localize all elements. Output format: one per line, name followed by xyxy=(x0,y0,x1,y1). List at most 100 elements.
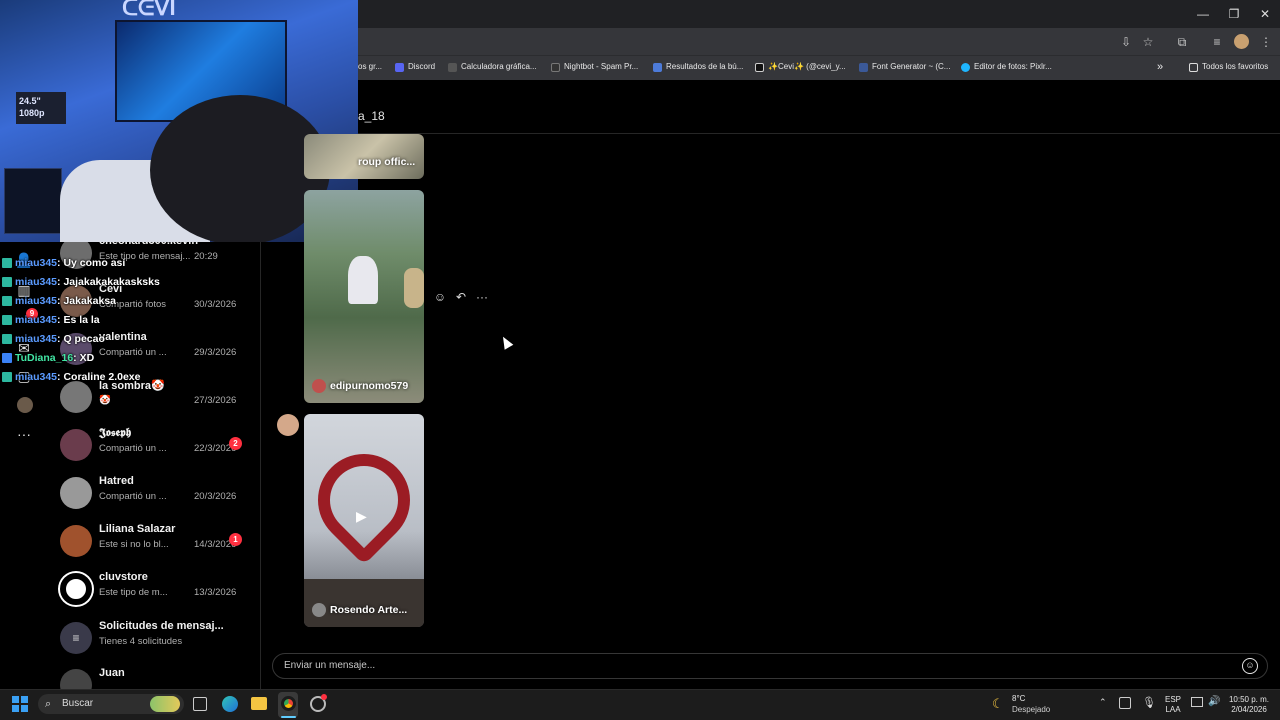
language-indicator[interactable]: ESP LAA xyxy=(1163,695,1183,715)
media-control-icon[interactable]: ≡ xyxy=(1209,34,1225,50)
bookmark-item[interactable]: os gr... xyxy=(358,60,382,74)
chat-badge-icon xyxy=(2,353,12,364)
weather-temp[interactable]: 8°C xyxy=(1012,694,1025,703)
stream-chat-line: miau345: Uy como así xyxy=(2,255,125,271)
avatar xyxy=(60,381,92,413)
more-icon[interactable]: ··· xyxy=(14,424,34,444)
more-options-icon[interactable]: ··· xyxy=(474,290,490,304)
bookmark-item[interactable]: Editor de fotos: Pixlr... xyxy=(961,60,1052,74)
tray-expand-icon[interactable]: ⌃ xyxy=(1099,697,1107,708)
dm-header-username[interactable]: a_18 xyxy=(358,109,385,123)
taskbar-search-label: Buscar xyxy=(62,698,94,709)
profile-avatar-rail[interactable] xyxy=(17,397,33,413)
conversation-item[interactable]: cluvstore Este tipo de m... 13/3/2026 xyxy=(58,569,248,613)
task-view-icon[interactable] xyxy=(193,697,207,711)
unread-badge: 2 xyxy=(229,437,242,450)
conversation-time: 20:29 xyxy=(194,251,218,262)
conversation-item[interactable]: 𝕵𝖔𝖘𝖊𝖕𝖍 Compartió un ... 22/3/2026 2 xyxy=(58,425,248,469)
play-icon: ▶ xyxy=(356,508,367,524)
network-icon[interactable] xyxy=(1191,697,1203,707)
stream-chat-line: miau345: Es la la xyxy=(2,312,100,328)
bookmark-star-icon[interactable]: ☆ xyxy=(1140,34,1156,50)
bookmark-item[interactable]: Calculadora gráfica... xyxy=(448,60,537,74)
bookmark-item[interactable]: Font Generator ~ (C... xyxy=(859,60,950,74)
volume-icon[interactable]: 🔊 xyxy=(1208,696,1220,707)
emoji-icon[interactable]: ☺ xyxy=(1242,658,1258,674)
conversation-item[interactable]: Hatred Compartió un ... 20/3/2026 xyxy=(58,473,248,517)
conversation-item[interactable]: Liliana Salazar Este si no lo bl... 14/3… xyxy=(58,521,248,565)
neon-sign: ᑕᕮᐯI xyxy=(122,0,176,18)
bookmark-item[interactable]: ✨Cevi✨ (@cevi_y... xyxy=(755,60,846,74)
author-avatar xyxy=(312,603,326,617)
weather-desc[interactable]: Despejado xyxy=(1012,705,1050,714)
bookmark-item[interactable]: Nightbot - Spam Pr... xyxy=(551,60,638,74)
profile-avatar[interactable] xyxy=(1234,34,1249,49)
font-generator-icon xyxy=(859,62,868,72)
bookmark-item[interactable]: Discord xyxy=(395,60,435,74)
recording-dot xyxy=(321,694,327,700)
shared-reel-card[interactable]: edipurnomo579 xyxy=(304,190,424,403)
unread-badge: 1 xyxy=(229,533,242,546)
stream-chat-line: miau345: Coraline 2.0exe xyxy=(2,369,141,385)
chat-badge-icon xyxy=(2,258,12,269)
monitor-box-label: 24.5" 1080p xyxy=(16,92,66,124)
extensions-icon[interactable]: ⧉ xyxy=(1174,34,1190,50)
sender-avatar[interactable] xyxy=(277,414,299,436)
person-head xyxy=(150,95,330,242)
shared-reel-author: Rosendo Arte... xyxy=(312,603,407,617)
restore-icon[interactable]: ❐ xyxy=(1217,0,1251,28)
heart-sculpture xyxy=(304,434,424,566)
conversation-preview: Compartió un ... xyxy=(99,491,167,502)
conversation-name: cluvstore xyxy=(99,571,148,583)
avatar xyxy=(60,477,92,509)
message-input-placeholder: Enviar un mensaje... xyxy=(284,660,376,671)
conversation-time: 30/3/2026 xyxy=(194,299,237,310)
document-icon xyxy=(653,62,662,72)
shared-reel-card[interactable]: ▶ Rosendo Arte... xyxy=(304,414,424,627)
react-icon[interactable]: ☺ xyxy=(432,290,448,304)
list-divider xyxy=(260,240,261,690)
conversation-item[interactable]: Juan xyxy=(58,665,248,689)
menu-kebab-icon[interactable]: ⋮ xyxy=(1258,34,1274,50)
conversation-name: Juan xyxy=(99,667,125,679)
file-explorer-icon[interactable] xyxy=(251,697,267,710)
shared-post-card[interactable]: roup offic... xyxy=(304,134,424,179)
install-app-icon[interactable]: ⇩ xyxy=(1118,34,1134,50)
windows-start-icon[interactable] xyxy=(12,696,28,712)
all-favorites-folder[interactable]: Todos los favoritos xyxy=(1189,60,1268,74)
active-indicator xyxy=(281,716,296,718)
message-requests-item[interactable]: ≡ Solicitudes de mensaj... Tienes 4 soli… xyxy=(58,618,248,662)
bookmark-item[interactable]: Resultados de la bú... xyxy=(653,60,743,74)
message-input[interactable] xyxy=(272,653,1268,679)
minimize-icon[interactable]: — xyxy=(1186,0,1220,28)
reply-icon[interactable]: ↶ xyxy=(453,290,469,304)
avatar xyxy=(60,525,92,557)
mouse-cursor xyxy=(498,334,514,350)
avatar xyxy=(60,669,92,689)
clock[interactable]: 10:50 p. m. 2/04/2026 xyxy=(1224,695,1274,715)
pixlr-icon xyxy=(961,62,970,72)
conversation-preview: Compartió un ... xyxy=(99,347,167,358)
chat-badge-icon xyxy=(2,334,12,345)
avatar xyxy=(60,429,92,461)
stream-chat-line: TuDiana_16: XD xyxy=(2,350,94,366)
nightbot-icon xyxy=(551,62,560,72)
conversation-time: 29/3/2026 xyxy=(194,347,237,358)
horse-figure xyxy=(348,256,378,304)
stream-chat-line: miau345: Jajakakakakasksks xyxy=(2,274,160,290)
message-requests-icon: ≡ xyxy=(60,622,92,654)
chrome-icon[interactable] xyxy=(281,696,296,711)
conversation-preview: Este tipo de m... xyxy=(99,587,168,598)
stream-chat-line: miau345: Jakakaksa xyxy=(2,293,116,309)
stream-chat-line: miau345: Q pecao xyxy=(2,331,105,347)
conversation-preview: Tienes 4 solicitudes xyxy=(99,636,183,647)
close-icon[interactable]: ✕ xyxy=(1248,0,1280,28)
conversation-name: Solicitudes de mensaj... xyxy=(99,620,224,632)
author-avatar xyxy=(312,379,326,393)
tray-app-icon[interactable] xyxy=(1119,697,1131,709)
conversation-name: 𝕵𝖔𝖘𝖊𝖕𝖍 xyxy=(99,427,132,439)
edge-icon[interactable] xyxy=(222,696,238,712)
pc-case xyxy=(4,168,62,234)
microphone-icon[interactable]: 🎙 xyxy=(1142,696,1156,709)
bookmarks-overflow-icon[interactable]: » xyxy=(1157,60,1163,74)
